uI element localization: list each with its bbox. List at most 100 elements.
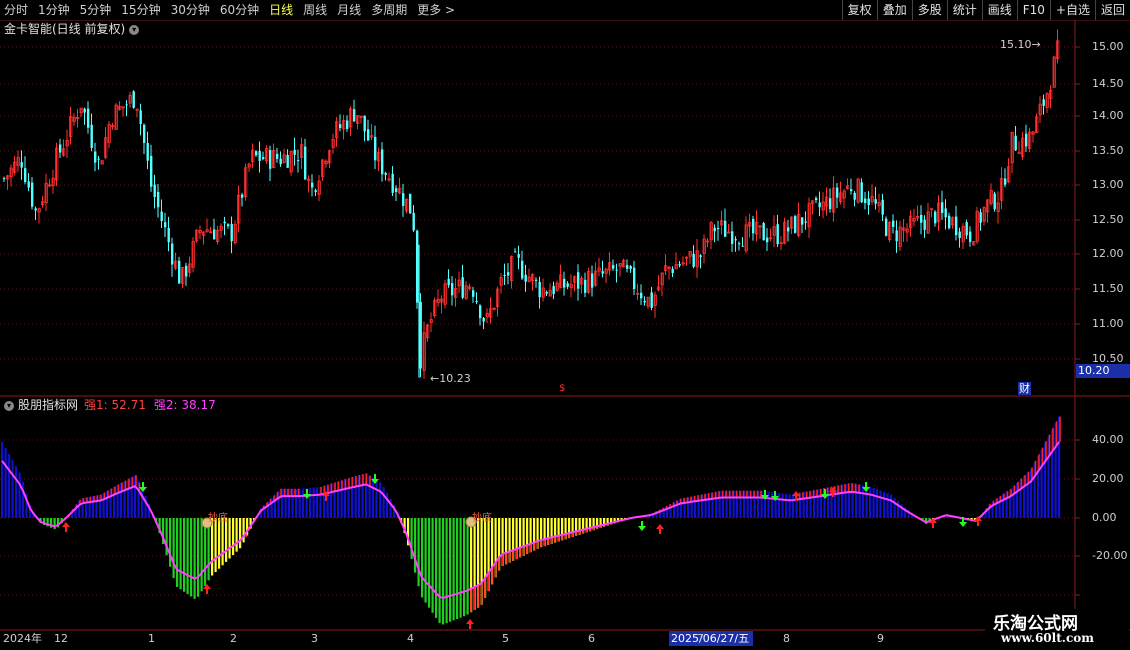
indicator-bar	[463, 518, 466, 617]
candle-body	[867, 198, 870, 206]
candle-body	[311, 182, 314, 188]
candle-body	[475, 300, 478, 302]
candle-body	[738, 243, 741, 245]
finance-marker[interactable]: 财	[1018, 382, 1031, 395]
high-price-value: 15.10	[1000, 38, 1032, 51]
buy-arrow-icon	[466, 619, 474, 629]
candle-body	[640, 292, 643, 299]
candle-body	[482, 318, 485, 322]
indicator-bar	[1, 441, 4, 518]
indicator-bar	[893, 497, 896, 518]
candle-body	[1025, 133, 1028, 147]
candle-body	[615, 269, 618, 271]
candle-body	[776, 224, 779, 245]
candle-body	[612, 265, 615, 269]
candle-body	[3, 178, 6, 180]
candle-body	[699, 255, 702, 257]
indicator-bar	[312, 487, 315, 518]
candle-body	[1017, 152, 1021, 155]
indicator-y-label: 40.00	[1092, 433, 1124, 446]
low-price-label: ←10.23	[430, 372, 471, 385]
candle-body	[31, 182, 34, 207]
candle-body	[650, 292, 653, 308]
indicator-bar	[214, 518, 217, 573]
candle-body	[472, 290, 475, 297]
candle-body	[293, 149, 296, 155]
date-axis: 2025/06/27/五 2024年 12 1 2 3 4 5 6 7 8 9	[0, 631, 1130, 646]
candle-body	[167, 227, 170, 243]
candle-body	[713, 227, 716, 232]
event-marker[interactable]: $	[559, 383, 565, 394]
indicator-bar	[239, 518, 242, 549]
candle-body	[979, 212, 982, 223]
candle-body	[451, 283, 454, 296]
dropdown-icon[interactable]: ▾	[4, 400, 14, 411]
date-label: 8	[783, 632, 790, 645]
indicator-bar	[221, 518, 224, 566]
indicator-bar	[8, 454, 11, 518]
candle-body	[160, 211, 163, 222]
candle-body	[944, 208, 947, 218]
candle-body	[419, 301, 422, 369]
candle-body	[836, 187, 839, 198]
date-label: 6	[588, 632, 595, 645]
candle-body	[94, 151, 97, 163]
candle-body	[83, 108, 86, 113]
candle-body	[874, 199, 877, 204]
indicator-bar	[386, 493, 389, 518]
indicator-bar	[218, 518, 221, 569]
indicator-y-label: 20.00	[1092, 472, 1124, 485]
indicator-bar	[445, 518, 448, 624]
chaodi-label-1: 抄底	[208, 513, 228, 524]
candle-body	[262, 157, 265, 160]
candle-body	[514, 251, 517, 253]
indicator-bar	[169, 518, 172, 567]
candle-body	[566, 283, 569, 287]
date-label: 3	[311, 632, 318, 645]
candle-body	[241, 194, 244, 198]
candle-body	[671, 268, 674, 274]
indicator-bar	[18, 472, 21, 518]
date-label: 2024年	[3, 632, 42, 645]
candle-body	[521, 260, 524, 279]
indicator-bar	[886, 493, 889, 518]
indicator-bar	[211, 518, 214, 576]
indicator-bar	[193, 518, 196, 599]
candle-body	[752, 219, 755, 234]
candle-body	[577, 272, 580, 289]
indicator-bar	[876, 489, 879, 518]
candle-body	[853, 192, 856, 200]
candle-body	[517, 254, 520, 258]
candle-body	[412, 212, 415, 231]
indicator-bar	[428, 518, 431, 608]
dropdown-icon[interactable]: ▾	[129, 24, 140, 35]
indicator-bar	[890, 494, 893, 518]
stock-chart[interactable]	[0, 0, 1130, 650]
candle-body	[815, 198, 818, 201]
candle-body	[969, 231, 972, 242]
candle-body	[381, 149, 384, 175]
candle-body	[591, 273, 594, 288]
candle-body	[391, 173, 394, 193]
candle-body	[741, 245, 744, 247]
indicator-bar	[11, 460, 14, 518]
indicator-bar	[200, 518, 203, 592]
candle-body	[633, 267, 636, 289]
candle-body	[524, 274, 527, 282]
candle-body	[346, 120, 349, 129]
candle-body	[314, 190, 317, 192]
candle-body	[20, 162, 23, 168]
current-price-tag: 10.20	[1076, 364, 1130, 378]
candle-body	[965, 222, 968, 236]
candle-body	[416, 230, 419, 303]
stock-title: 金卡智能(日线 前复权)	[4, 22, 126, 36]
candle-body	[230, 223, 233, 242]
candle-body	[923, 219, 926, 230]
candle-body	[223, 221, 226, 224]
indicator-y-label: -20.00	[1092, 549, 1128, 562]
strength2-value: 强2: 38.17	[153, 398, 216, 412]
buy-arrow-icon	[62, 522, 70, 532]
date-label: 7	[697, 632, 704, 645]
indicator-bar	[897, 500, 900, 518]
indicator-bar	[442, 518, 445, 625]
